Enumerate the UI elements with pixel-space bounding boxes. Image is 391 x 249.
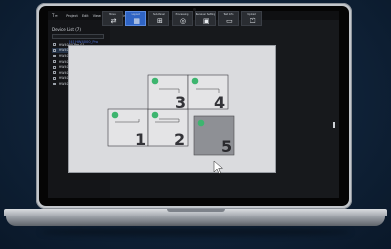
panel-3-status-dot	[151, 77, 159, 85]
panel-3-number: 3	[175, 93, 186, 112]
tool-label: Upload	[247, 13, 256, 16]
device-checkbox[interactable]	[53, 65, 56, 69]
mouse-cursor-icon	[213, 160, 224, 174]
panel-4-status-dot	[191, 77, 199, 85]
test-info-icon: ▭	[226, 17, 233, 25]
panel-4-number: 4	[214, 93, 225, 112]
device-checkbox[interactable]	[53, 43, 56, 47]
tool-button-processing[interactable]: Processing ◎	[171, 11, 193, 26]
panel-5-number: 5	[221, 137, 232, 156]
layout-canvas[interactable]: [4] HW4000_Pro 1 2 3 4 5	[68, 40, 276, 174]
device-checkbox[interactable]	[53, 54, 56, 58]
device-checkbox[interactable]	[53, 48, 56, 52]
menu-view[interactable]: View	[93, 14, 101, 18]
panel-2-number: 2	[174, 130, 185, 149]
canvas-title: [4] HW4000_Pro	[69, 40, 99, 44]
tool-label: Layout	[131, 13, 140, 16]
tool-button-move[interactable]: Move ⇄	[102, 11, 123, 26]
panel-1-status-dot	[111, 111, 119, 119]
laptop-notch	[167, 209, 225, 212]
tool-button-layout[interactable]: Layout ▦	[125, 11, 147, 26]
tool-button-upload[interactable]: Upload ⏍	[241, 11, 263, 26]
tool-button-test-info[interactable]: Test Info ▭	[217, 11, 239, 26]
device-checkbox[interactable]	[53, 82, 56, 86]
tool-label: Sub-Panel	[152, 13, 165, 16]
side-marker	[333, 122, 335, 128]
laptop-shadow	[40, 228, 351, 236]
device-search-input[interactable]	[52, 34, 104, 39]
menu-project[interactable]: Project	[66, 14, 78, 18]
layout-grid-icon: ▦	[133, 17, 140, 25]
receiver-setting-icon: ▣	[202, 17, 210, 25]
menu-edit[interactable]: Edit	[82, 14, 89, 18]
tool-button-receiver-setting[interactable]: Receiver Setting ▣	[194, 11, 216, 26]
subpanel-icon: ⊞	[156, 17, 163, 25]
move-icon: ⇄	[110, 17, 117, 25]
toolbar: Move ⇄ Layout ▦ Sub-Panel ⊞ Processing ◎ Receive…	[102, 11, 264, 26]
device-checkbox[interactable]	[53, 71, 56, 75]
device-list-title: Device List (7)	[52, 27, 81, 32]
tool-button-sub-panel[interactable]: Sub-Panel ⊞	[148, 11, 170, 26]
tool-label: Receiver Setting	[195, 13, 215, 16]
tool-label: Move	[109, 13, 116, 16]
tool-label: Processing	[175, 13, 189, 16]
upload-icon: ⏍	[249, 17, 256, 25]
panel-1-number: 1	[135, 130, 146, 149]
panel-2-status-dot	[151, 111, 159, 119]
app-logo: T∞	[52, 13, 58, 18]
tool-label: Test Info	[223, 13, 234, 16]
laptop-base	[6, 216, 385, 226]
panel-layout: 1 2 3 4 5	[107, 74, 235, 174]
processing-icon: ◎	[180, 17, 187, 25]
device-checkbox[interactable]	[53, 60, 56, 63]
panel-5-status-dot	[197, 119, 205, 127]
device-checkbox[interactable]	[53, 76, 56, 80]
